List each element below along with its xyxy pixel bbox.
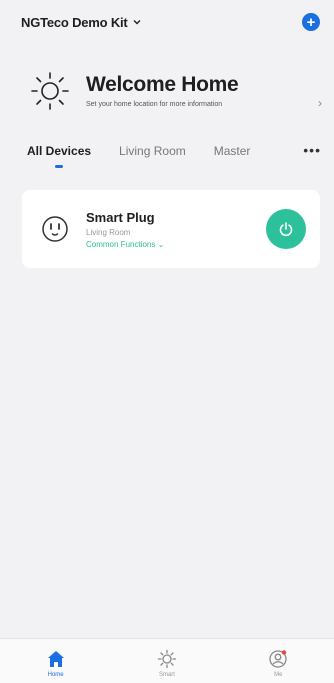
add-device-button[interactable]: +	[302, 13, 320, 31]
power-icon	[279, 222, 293, 237]
tab-master[interactable]: Master	[214, 144, 251, 158]
nav-me-label: Me	[274, 672, 283, 678]
top-bar: NGTeco Demo Kit +	[0, 0, 334, 44]
home-name: NGTeco Demo Kit	[21, 14, 128, 30]
notification-dot	[282, 650, 287, 655]
nav-home[interactable]: Home	[16, 649, 96, 678]
device-name: Smart Plug	[86, 209, 155, 225]
bottom-navigation: Home Smart Me	[0, 638, 334, 683]
home-selector[interactable]: NGTeco Demo Kit	[21, 15, 142, 30]
nav-smart-label: Smart	[158, 672, 175, 678]
welcome-text: Welcome Home Set your home location for …	[86, 73, 261, 109]
more-icon[interactable]: •••	[303, 142, 321, 158]
smart-icon	[157, 649, 177, 669]
home-icon	[47, 651, 64, 667]
common-functions-label: Common Functions	[86, 239, 156, 249]
sun-icon	[31, 72, 69, 110]
welcome-subtitle: Set your home location for more informat…	[86, 101, 223, 108]
common-functions-link[interactable]: Common Functions ⌄	[86, 240, 164, 249]
chevron-right-icon: ›	[318, 96, 322, 110]
chevron-down-icon	[133, 20, 141, 25]
welcome-title: Welcome Home	[86, 73, 239, 96]
nav-smart[interactable]: Smart	[127, 649, 207, 678]
tab-living-room[interactable]: Living Room	[119, 144, 186, 158]
plug-icon	[42, 216, 68, 242]
power-button[interactable]	[266, 209, 306, 249]
device-room: Living Room	[86, 227, 131, 237]
tab-all-devices[interactable]: All Devices	[27, 144, 91, 168]
plus-icon: +	[306, 13, 316, 31]
nav-me[interactable]: Me	[238, 649, 318, 678]
profile-icon	[269, 650, 287, 668]
nav-home-label: Home	[47, 672, 64, 678]
room-tabs: All Devices Living Room Master	[0, 144, 334, 176]
welcome-banner[interactable]: Welcome Home Set your home location for …	[0, 56, 334, 126]
device-info: Smart Plug Living Room Common Functions …	[86, 210, 164, 249]
device-card[interactable]: Smart Plug Living Room Common Functions …	[22, 190, 320, 268]
